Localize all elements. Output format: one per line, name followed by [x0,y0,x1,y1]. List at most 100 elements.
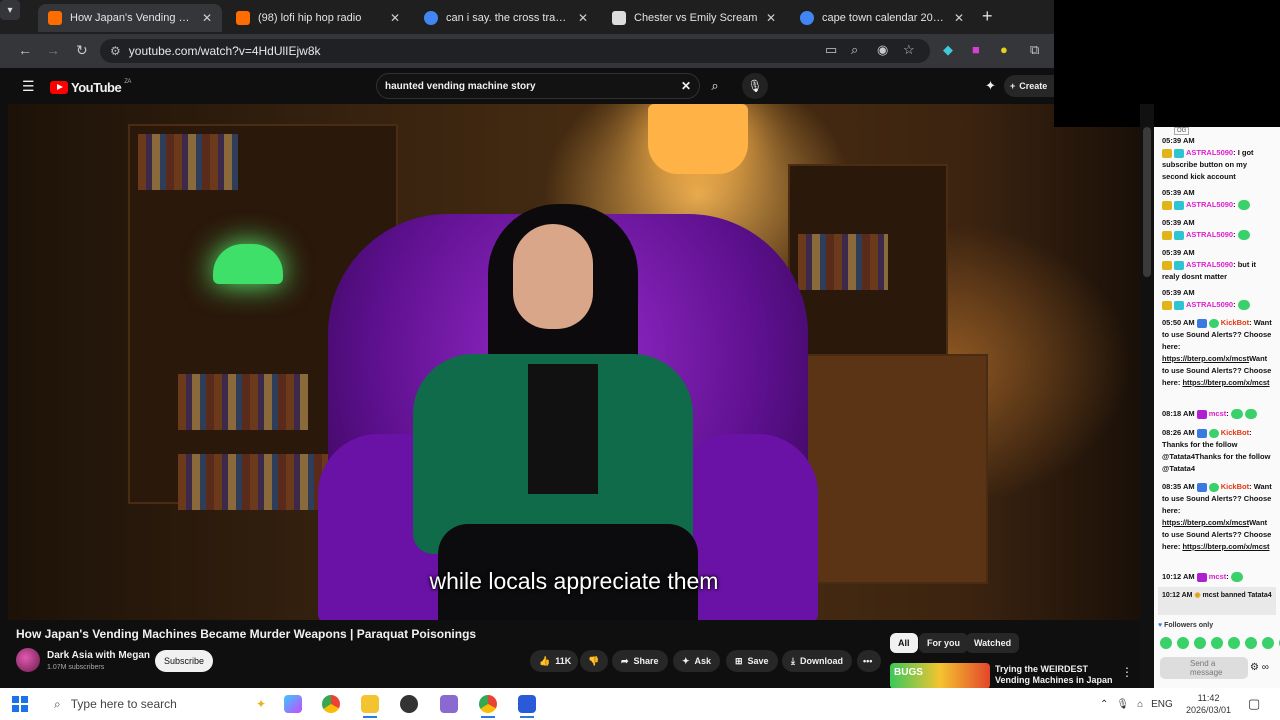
tab-title: Chester vs Emily Scream [634,12,758,24]
chat-username[interactable]: mcst [1209,572,1227,581]
extension-icon[interactable]: ● [1000,42,1008,57]
chat-username[interactable]: ASTRAL5090 [1186,230,1233,239]
tab-cape-town-calendar[interactable]: cape town calendar 2026 febru ✕ [790,4,974,32]
chip-all[interactable]: All [890,633,918,653]
reload-icon[interactable]: ↻ [76,42,88,59]
chat-username[interactable]: ASTRAL5090 [1186,200,1233,209]
chat-username[interactable]: KickBot [1221,428,1249,437]
message-link[interactable]: https://bterp.com/x/mcst [1182,378,1269,387]
hamburger-menu-icon[interactable]: ☰ [22,78,35,95]
chat-username[interactable]: mcst [1209,409,1227,418]
tracking-eye-icon[interactable]: ◉ [877,42,888,58]
sub-badge-icon [1174,260,1184,270]
like-button[interactable]: 👍 11K [530,650,578,672]
address-bar[interactable]: ⚙ youtube.com/watch?v=4HdUlIEjw8k [100,39,930,63]
og-tag: OG [1174,127,1190,135]
subscribe-button[interactable]: Subscribe [155,650,213,672]
message-time: 05:39 AM [1162,188,1195,197]
site-info-icon[interactable]: ⚙ [110,44,121,58]
tab-search-button[interactable]: ▾ [0,0,20,20]
save-button[interactable]: ⊞ Save [726,650,778,672]
extension-icon[interactable]: ◆ [943,42,953,58]
message-time: 05:39 AM [1162,218,1195,227]
copilot-app-icon[interactable] [284,695,302,713]
books [178,454,328,510]
extensions-puzzle-icon[interactable]: ⧉ [1030,42,1039,58]
chrome-app-icon[interactable] [479,695,497,718]
obs-app-icon[interactable] [400,695,418,713]
close-tab-icon[interactable]: ✕ [202,11,212,25]
microphone-icon[interactable]: 🎙 [742,73,768,99]
recommended-video-title[interactable]: Trying the WEIRDEST Vending Machines in … [995,664,1115,686]
tab-chester-vs-emily[interactable]: Chester vs Emily Scream ✕ [602,4,786,32]
channel-avatar[interactable] [16,648,40,672]
tab-cross-transference[interactable]: can i say. the cross transference ✕ [414,4,598,32]
clear-search-icon[interactable]: ✕ [681,79,691,93]
create-button[interactable]: + Create [1004,75,1056,97]
chat-username[interactable]: KickBot [1221,318,1249,327]
zoom-icon[interactable]: ⌕ [851,42,858,58]
send-message-input[interactable]: Send a message [1160,657,1248,679]
more-actions-button[interactable]: ••• [857,650,881,672]
ask-button[interactable]: ✦ Ask [673,650,721,672]
save-label: Save [747,656,769,666]
emote-icon[interactable] [1211,637,1223,649]
emote-icon[interactable] [1228,637,1240,649]
file-explorer-icon[interactable] [361,695,379,718]
message-link[interactable]: https://bterp.com/x/mcst [1182,542,1269,551]
forward-arrow-icon[interactable]: → [46,42,60,58]
notifications-icon[interactable]: ▢ [1248,696,1260,712]
close-tab-icon[interactable]: ✕ [766,11,776,25]
tray-expand-icon[interactable]: ⌃ [1100,699,1108,710]
search-input[interactable]: haunted vending machine story ✕ [376,73,700,99]
emote-icon[interactable] [1194,637,1206,649]
download-button[interactable]: ⤓ Download [782,650,852,672]
emote-icon[interactable] [1262,637,1274,649]
app-icon[interactable] [518,695,536,718]
emote-icon[interactable] [1177,637,1189,649]
chat-username[interactable]: ASTRAL5090 [1186,300,1233,309]
extension-icon[interactable]: ■ [972,42,980,57]
tab-lofi-radio[interactable]: (98) lofi hip hop radio ✕ [226,4,410,32]
youtube-logo[interactable]: YouTube ZA [50,79,131,95]
tab-vending-machines[interactable]: How Japan's Vending Mac ✕ [38,4,222,32]
emote-icon[interactable] [1160,637,1172,649]
windows-start-icon[interactable] [12,696,28,712]
close-tab-icon[interactable]: ✕ [954,11,964,25]
bot-badge-icon [1208,318,1219,328]
microphone-icon[interactable]: 🎙 [1116,699,1129,710]
chat-username[interactable]: ASTRAL5090 [1186,260,1233,269]
language-indicator[interactable]: ENG [1151,699,1173,710]
share-button[interactable]: ➦ Share [612,650,668,672]
video-settings-icon[interactable]: ✦ [985,78,996,94]
network-icon[interactable]: ⌂ [1137,699,1143,710]
channel-name[interactable]: Dark Asia with Megan [47,650,150,661]
search-icon[interactable]: ⌕ [702,73,728,99]
chip-for-you[interactable]: For you [919,633,968,653]
chat-scrollbar[interactable] [1143,127,1151,277]
youtube-logo-text: YouTube [71,80,122,95]
emote-icon[interactable] [1245,637,1257,649]
bookmark-star-icon[interactable]: ☆ [903,42,915,58]
clock[interactable]: 11:42 2026/03/01 [1186,692,1231,716]
chat-username[interactable]: KickBot [1221,482,1249,491]
message-link[interactable]: https://bterp.com/x/mcst [1162,354,1249,363]
sub-badge-icon [1174,148,1184,158]
app-icon[interactable] [440,695,458,713]
emote-icon [1237,300,1250,311]
new-tab-plus-icon[interactable]: + [982,6,993,27]
recommendation-menu-icon[interactable]: ⋮ [1121,665,1133,679]
chat-username[interactable]: ASTRAL5090 [1186,148,1233,157]
close-tab-icon[interactable]: ✕ [578,11,588,25]
taskbar-search-box[interactable]: ⌕ Type here to search ✦ [48,688,276,720]
close-tab-icon[interactable]: ✕ [390,11,400,25]
chat-settings-icons[interactable]: ⚙ ∞ [1250,662,1269,673]
message-link[interactable]: https://bterp.com/x/mcst [1162,518,1249,527]
chip-watched[interactable]: Watched [966,633,1020,653]
back-arrow-icon[interactable]: ← [18,42,32,58]
recommended-video-thumbnail[interactable]: BUGS [890,663,990,689]
chrome-app-icon[interactable] [322,695,340,713]
dislike-button[interactable]: 👎 [580,650,608,672]
video-player[interactable]: while locals appreciate them [8,104,1140,620]
cast-icon[interactable]: ▭ [825,42,837,58]
